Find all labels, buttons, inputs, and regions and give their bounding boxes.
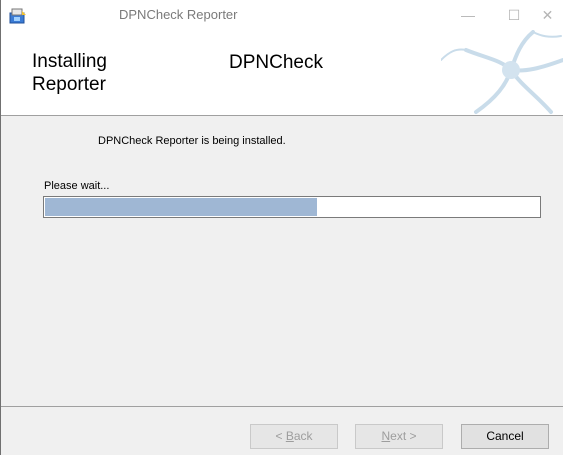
window-title: DPNCheck Reporter [119, 7, 238, 22]
neuron-banner-graphic [440, 30, 563, 115]
install-progress-bar [43, 196, 541, 218]
installer-app-icon [9, 8, 27, 24]
next-button-label: Next > [381, 429, 417, 443]
content-area: DPNCheck Reporter is being installed. Pl… [1, 116, 563, 406]
install-status-text: DPNCheck Reporter is being installed. [98, 135, 286, 147]
product-name: DPNCheck [229, 52, 323, 73]
accelerator-key: N [381, 429, 391, 443]
back-button[interactable]: < Back [250, 424, 338, 449]
installer-window: DPNCheck Reporter — ☐ ✕ Installing Repor… [0, 0, 563, 455]
button-bar: < Back Next > Cancel [1, 406, 563, 455]
page-title: Installing Reporter [32, 51, 107, 95]
next-button[interactable]: Next > [355, 424, 443, 449]
header-banner: Installing Reporter DPNCheck [1, 30, 563, 116]
accelerator-key: B [285, 429, 294, 443]
close-button[interactable]: ✕ [531, 0, 563, 30]
please-wait-label: Please wait... [44, 180, 110, 192]
minimize-button[interactable]: — [445, 0, 491, 30]
progress-fill [45, 198, 317, 216]
back-button-label: < Back [275, 429, 313, 443]
cancel-button[interactable]: Cancel [461, 424, 549, 449]
title-bar[interactable]: DPNCheck Reporter — ☐ ✕ [1, 0, 563, 30]
